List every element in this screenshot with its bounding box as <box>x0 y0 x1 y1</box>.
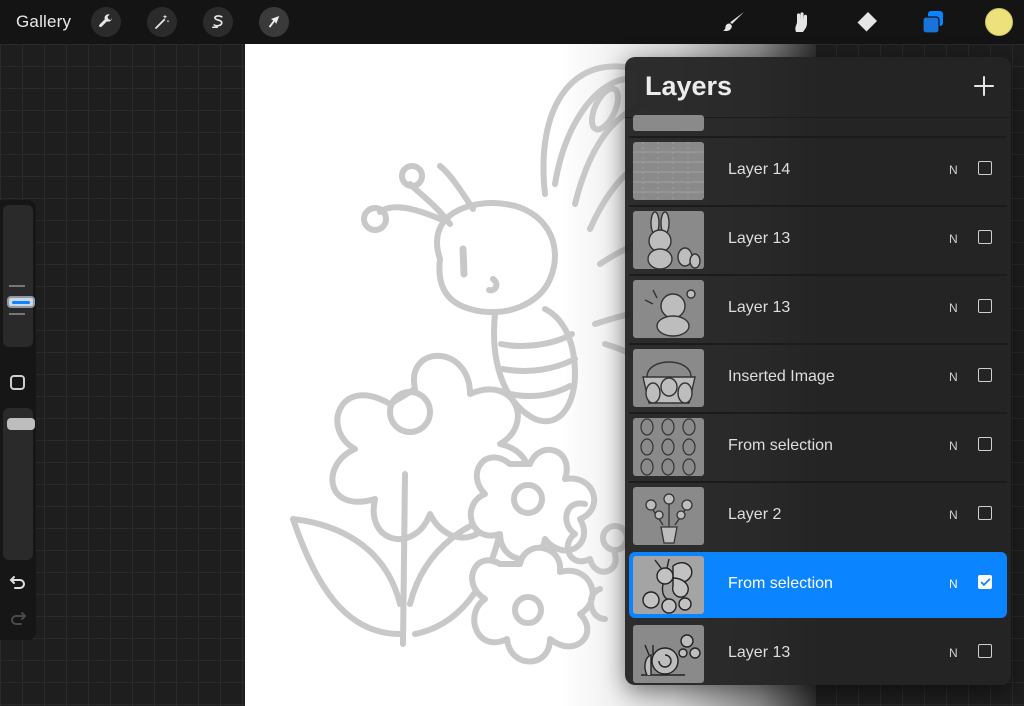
layer-name: Layer 2 <box>728 506 782 523</box>
blend-mode-button[interactable]: N <box>949 439 958 453</box>
layer-row[interactable]: Inserted Image N <box>629 345 1007 411</box>
selection-button[interactable] <box>203 7 233 37</box>
layer-row[interactable]: Layer 14 N <box>629 138 1007 204</box>
arrow-cursor-icon <box>268 16 280 28</box>
layer-row[interactable]: Layer 13 N <box>629 207 1007 273</box>
layer-thumbnail <box>633 142 704 200</box>
blend-mode-button[interactable]: N <box>949 301 958 315</box>
layer-visibility-checkbox[interactable] <box>978 230 992 244</box>
smudge-icon <box>795 12 807 32</box>
brush-icon <box>723 12 744 32</box>
layer-name: Layer 13 <box>728 299 791 316</box>
layer-name: Layer 14 <box>728 161 791 178</box>
checkmark-icon <box>980 577 990 586</box>
layer-thumbnail <box>633 487 704 545</box>
redo-icon[interactable] <box>9 608 27 626</box>
layer-name: Inserted Image <box>728 368 835 385</box>
left-sidebar <box>0 200 36 640</box>
modify-button[interactable] <box>10 375 25 390</box>
color-swatch[interactable] <box>985 8 1013 36</box>
layer-thumbnail-art <box>640 418 696 476</box>
actions-button[interactable] <box>91 7 121 37</box>
selection-s-icon <box>212 15 223 28</box>
blend-mode-button[interactable]: N <box>949 232 958 246</box>
layer-name: From selection <box>728 437 833 454</box>
eraser-button[interactable] <box>852 8 880 36</box>
top-toolbar: Gallery <box>0 0 1024 44</box>
opacity-slider[interactable] <box>3 408 35 560</box>
layer-row-partial[interactable] <box>629 115 1007 133</box>
layer-visibility-checkbox[interactable] <box>978 161 992 175</box>
blend-mode-button[interactable]: N <box>949 508 958 522</box>
eraser-icon <box>856 12 877 33</box>
magic-wand-icon <box>155 14 170 29</box>
blend-mode-button[interactable]: N <box>949 646 958 660</box>
layers-title: Layers <box>645 71 733 101</box>
blend-mode-button[interactable]: N <box>949 577 958 591</box>
layer-thumbnail <box>633 280 704 338</box>
undo-icon[interactable] <box>9 572 27 590</box>
opacity-handle[interactable] <box>7 418 35 430</box>
layer-name: From selection <box>728 575 833 592</box>
layer-visibility-checkbox[interactable] <box>978 506 992 520</box>
plus-icon[interactable] <box>973 75 995 97</box>
blend-mode-button[interactable]: N <box>949 370 958 384</box>
layer-thumbnail-art <box>642 558 693 614</box>
adjustments-button[interactable] <box>147 7 177 37</box>
layer-name: Layer 13 <box>728 644 791 661</box>
layer-row[interactable]: Layer 13 N <box>629 276 1007 342</box>
layers-button[interactable] <box>919 8 947 36</box>
gallery-button[interactable]: Gallery <box>16 12 71 32</box>
layer-row[interactable]: From selection N <box>629 414 1007 480</box>
layer-visibility-checkbox[interactable] <box>978 644 992 658</box>
layers-panel: Layers Layer 14 N Layer 13 N Layer 13 N Insert… <box>625 57 1011 685</box>
layer-thumbnail-art <box>633 142 704 200</box>
layer-thumbnail-art <box>645 493 693 544</box>
layer-thumbnail <box>633 625 704 683</box>
layer-row[interactable]: Layer 13 N <box>629 621 1007 685</box>
brush-size-handle[interactable] <box>7 296 35 308</box>
smudge-button[interactable] <box>786 8 814 36</box>
transform-button[interactable] <box>259 7 289 37</box>
layer-visibility-checkbox[interactable] <box>978 368 992 382</box>
layer-thumbnail <box>633 349 704 407</box>
brush-size-slider[interactable] <box>3 205 35 347</box>
layer-thumbnail <box>633 115 704 131</box>
blend-mode-button[interactable]: N <box>949 163 958 177</box>
layer-row[interactable]: Layer 2 N <box>629 483 1007 549</box>
layer-thumbnail <box>633 211 704 269</box>
layer-visibility-checkbox[interactable] <box>978 437 992 451</box>
layer-visibility-checkbox[interactable] <box>978 575 992 589</box>
layers-icon <box>922 11 943 34</box>
layer-visibility-checkbox[interactable] <box>978 299 992 313</box>
brush-button[interactable] <box>720 8 748 36</box>
layer-thumbnail <box>633 418 704 476</box>
layer-thumbnail-art <box>644 289 696 337</box>
layer-thumbnail-art <box>647 211 701 269</box>
layer-thumbnail-art <box>641 634 701 676</box>
layer-thumbnail-art <box>642 361 696 404</box>
layer-thumbnail <box>633 556 704 614</box>
wrench-icon <box>99 14 113 28</box>
layer-name: Layer 13 <box>728 230 791 247</box>
layer-row[interactable]: From selection N <box>629 552 1007 618</box>
